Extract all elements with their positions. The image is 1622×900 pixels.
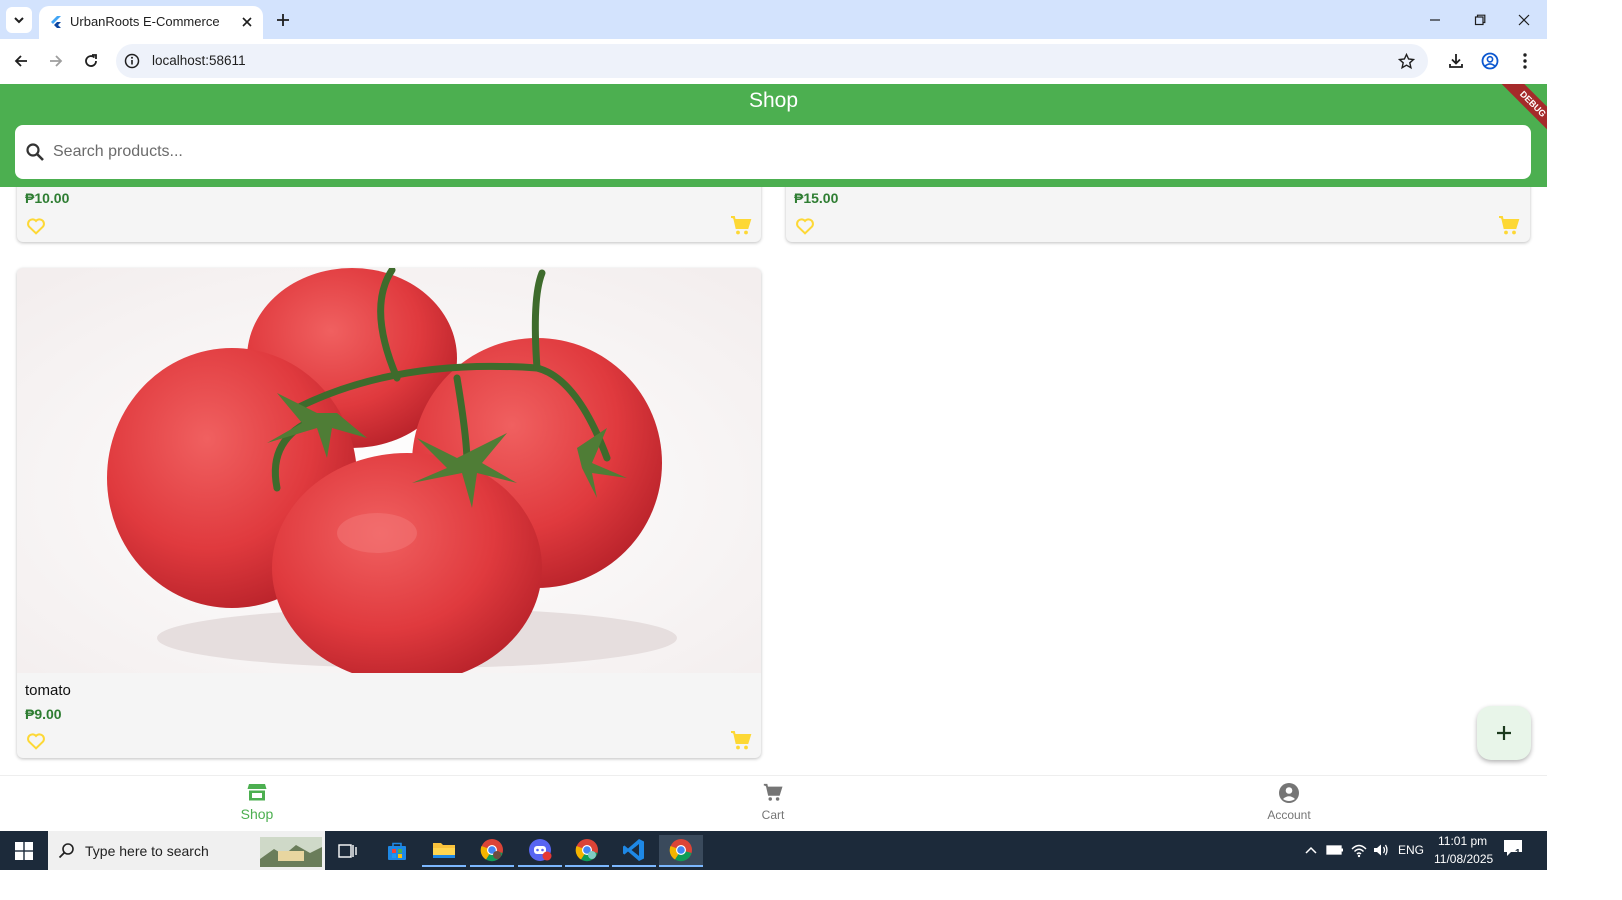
- minimize-icon: [1430, 19, 1440, 21]
- nav-label: Cart: [761, 808, 785, 822]
- language-indicator[interactable]: ENG: [1398, 843, 1424, 857]
- taskbar-vscode[interactable]: [612, 835, 656, 867]
- nav-item-cart[interactable]: Cart: [713, 782, 833, 822]
- minimize-button[interactable]: [1423, 8, 1447, 32]
- new-tab-button[interactable]: [272, 9, 294, 31]
- product-card[interactable]: ₱10.00: [17, 187, 761, 242]
- app-bar: Shop Search products... DEBUG: [0, 84, 1547, 187]
- taskbar-discord[interactable]: [518, 835, 562, 867]
- taskbar-search-input[interactable]: Type here to search: [48, 831, 325, 870]
- downloads-button[interactable]: [1443, 48, 1469, 74]
- product-card[interactable]: tomato ₱9.00: [17, 268, 761, 758]
- volume-icon[interactable]: [1372, 842, 1390, 858]
- wifi-icon[interactable]: [1350, 842, 1368, 858]
- star-icon[interactable]: [1398, 53, 1415, 70]
- profile-icon: [1481, 52, 1499, 70]
- restore-icon: [1474, 14, 1486, 26]
- plus-icon: [1497, 726, 1511, 740]
- folder-icon: [433, 843, 455, 858]
- arrow-right-icon: [50, 55, 63, 67]
- taskbar-store-app[interactable]: [375, 835, 419, 867]
- search-icon: [58, 843, 74, 859]
- tab-search-button[interactable]: [6, 7, 32, 33]
- product-price: ₱15.00: [794, 190, 839, 206]
- cart-icon: [763, 783, 783, 801]
- reload-icon: [85, 54, 97, 67]
- add-to-cart-icon[interactable]: [729, 729, 753, 753]
- nav-label: Account: [1267, 808, 1311, 822]
- arrow-left-icon: [14, 55, 27, 67]
- browser-tab-active[interactable]: UrbanRoots E-Commerce: [39, 6, 263, 40]
- favorite-icon[interactable]: [794, 215, 816, 237]
- chrome-icon: [575, 839, 598, 862]
- taskbar-file-explorer[interactable]: [422, 835, 466, 867]
- add-product-fab[interactable]: [1477, 706, 1531, 760]
- more-vert-icon: [1523, 53, 1527, 69]
- chevron-up-icon[interactable]: [1304, 845, 1318, 855]
- vscode-icon: [623, 839, 644, 861]
- add-to-cart-icon[interactable]: [729, 214, 753, 238]
- search-input[interactable]: Search products...: [15, 125, 1531, 179]
- add-to-cart-icon[interactable]: [1497, 214, 1521, 238]
- product-price: ₱9.00: [25, 706, 62, 722]
- plus-icon: [277, 14, 289, 26]
- browser-tabstrip: UrbanRoots E-Commerce: [0, 0, 1547, 40]
- nav-item-account[interactable]: Account: [1229, 782, 1349, 822]
- taskbar-chrome-active[interactable]: [659, 835, 703, 867]
- reload-button[interactable]: [78, 48, 104, 74]
- url-text: localhost:58611: [152, 53, 246, 68]
- task-view-icon: [338, 844, 357, 858]
- tab-close-button[interactable]: [237, 12, 257, 32]
- chevron-down-icon: [14, 17, 24, 24]
- notifications-button[interactable]: 1: [1503, 839, 1527, 863]
- taskbar-chrome-profile-1[interactable]: [470, 835, 514, 867]
- back-button[interactable]: [8, 48, 34, 74]
- product-price: ₱10.00: [25, 190, 70, 206]
- discord-icon: [529, 839, 552, 861]
- search-placeholder: Search products...: [53, 143, 183, 160]
- download-icon: [1449, 54, 1463, 68]
- product-name: tomato: [25, 682, 71, 699]
- page-title: Shop: [748, 89, 799, 112]
- microsoft-store-icon: [388, 842, 406, 860]
- browser-menu-button[interactable]: [1512, 48, 1538, 74]
- profile-button[interactable]: [1477, 48, 1503, 74]
- search-icon: [26, 143, 44, 161]
- clock-time[interactable]: 11:01 pm: [1438, 834, 1487, 848]
- favorite-icon[interactable]: [25, 730, 47, 752]
- address-bar[interactable]: localhost:58611: [116, 44, 1428, 78]
- nav-item-shop[interactable]: Shop: [197, 782, 317, 822]
- close-window-button[interactable]: [1512, 8, 1536, 32]
- close-icon: [1518, 14, 1530, 26]
- bottom-navigation: Shop Cart Account: [0, 775, 1547, 832]
- windows-icon: [15, 842, 33, 860]
- product-grid: ₱10.00 ₱15.00 tomato ₱9.00: [0, 187, 1547, 775]
- close-icon: [242, 17, 252, 27]
- flutter-icon: [51, 16, 61, 28]
- nav-label: Shop: [240, 806, 274, 822]
- notification-count: 1: [1515, 848, 1521, 859]
- store-icon: [247, 784, 267, 801]
- taskbar-chrome-profile-2[interactable]: [565, 835, 609, 867]
- windows-taskbar: Type here to search ENG 11:01 pm 11/08/2…: [0, 831, 1547, 870]
- search-highlight-icon: [260, 837, 322, 867]
- product-image: [17, 268, 761, 673]
- clock-date[interactable]: 11/08/2025: [1434, 852, 1493, 866]
- restore-button[interactable]: [1468, 8, 1492, 32]
- favorite-icon[interactable]: [25, 215, 47, 237]
- browser-toolbar: localhost:58611: [0, 39, 1547, 84]
- product-card[interactable]: ₱15.00: [786, 187, 1530, 242]
- battery-icon[interactable]: [1326, 843, 1344, 857]
- start-button[interactable]: [2, 835, 46, 867]
- task-view-button[interactable]: [326, 835, 370, 867]
- account-icon: [1279, 783, 1299, 803]
- taskbar-search-placeholder: Type here to search: [85, 843, 209, 859]
- forward-button[interactable]: [43, 48, 69, 74]
- tab-title: UrbanRoots E-Commerce: [70, 14, 220, 29]
- chrome-icon: [669, 839, 692, 862]
- info-icon[interactable]: [124, 53, 140, 69]
- chrome-icon: [480, 839, 503, 862]
